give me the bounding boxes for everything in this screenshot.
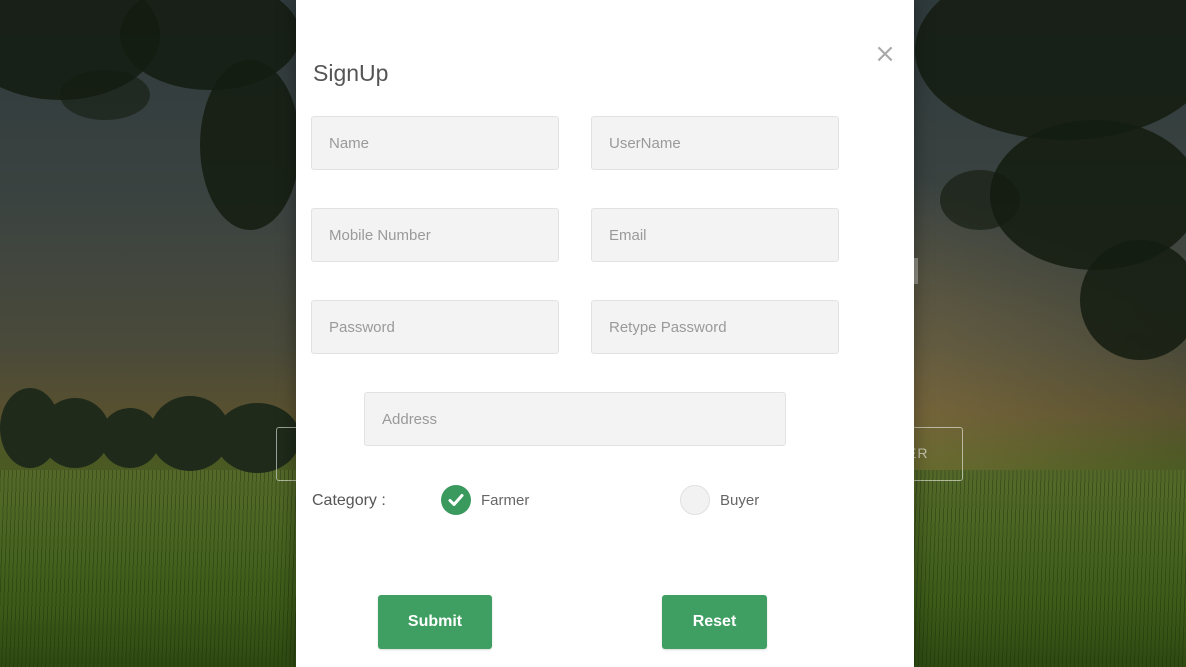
close-icon[interactable]: × (871, 40, 899, 68)
name-input[interactable] (311, 116, 559, 170)
reset-button[interactable]: Reset (662, 595, 767, 649)
retype-password-input[interactable] (591, 300, 839, 354)
password-input[interactable] (311, 300, 559, 354)
category-label: Category : (312, 492, 386, 509)
modal-title: SignUp (313, 60, 389, 86)
mobile-number-input[interactable] (311, 208, 559, 262)
radio-checked[interactable] (441, 485, 471, 515)
signup-modal: SignUp × Category : Farmer Buyer Submit … (296, 0, 914, 667)
address-input[interactable] (364, 392, 786, 446)
category-option-buyer[interactable]: Buyer (680, 485, 800, 517)
category-option-label: Buyer (720, 492, 760, 509)
check-icon (448, 494, 464, 506)
category-option-farmer[interactable]: Farmer (441, 485, 561, 517)
email-input[interactable] (591, 208, 839, 262)
username-input[interactable] (591, 116, 839, 170)
category-option-label: Farmer (481, 492, 530, 509)
distant-treeline (0, 378, 300, 478)
submit-button[interactable]: Submit (378, 595, 492, 649)
radio-unchecked[interactable] (680, 485, 710, 515)
